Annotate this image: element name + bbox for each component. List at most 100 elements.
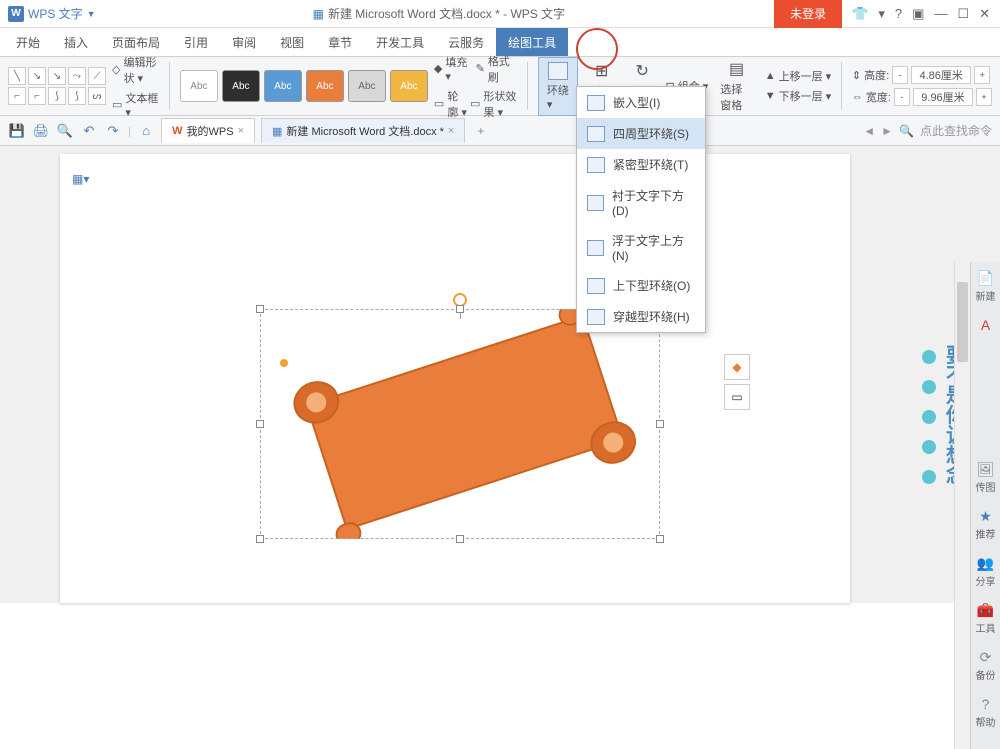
width-row: ⇔ 宽度: -9.96厘米+: [852, 88, 992, 106]
style-6[interactable]: Abc: [390, 70, 428, 102]
line-tools[interactable]: ╲↘↘⤳⟋ ⌐⌐⟆⟆ᔕ: [8, 67, 106, 105]
float-fill-icon[interactable]: ◆: [724, 354, 750, 380]
menu-layout[interactable]: 页面布局: [100, 28, 172, 57]
tab-document[interactable]: ▦ 新建 Microsoft Word 文档.docx * ×: [261, 118, 465, 143]
height-row: ⇕ 高度: -4.86厘米+: [852, 66, 992, 84]
tab-mywps[interactable]: W 我的WPS ×: [161, 118, 255, 143]
settings-icon[interactable]: ▾: [878, 6, 885, 22]
doc-tab-icon: ▦: [272, 125, 282, 138]
style-4[interactable]: Abc: [306, 70, 344, 102]
wrap-inline[interactable]: 嵌入型(I): [577, 87, 705, 118]
login-button[interactable]: 未登录: [774, 0, 842, 28]
bring-forward[interactable]: ▲ 上移一层 ▾: [765, 68, 831, 84]
nav-right-icon[interactable]: ►: [881, 124, 893, 138]
brand-dropdown-icon[interactable]: ▼: [87, 9, 96, 19]
close-icon[interactable]: ✕: [979, 6, 990, 22]
rp-help[interactable]: ?帮助: [976, 696, 996, 729]
menu-section[interactable]: 章节: [316, 28, 364, 57]
textbox[interactable]: ▭ 文本框 ▾: [112, 90, 159, 119]
wps-logo-icon: W: [172, 125, 182, 137]
minimize-icon[interactable]: —: [934, 6, 947, 21]
rp-backup[interactable]: ⟳备份: [976, 649, 996, 682]
shape-selection[interactable]: [260, 309, 660, 539]
doc-icon: ▦: [313, 7, 324, 21]
wrap-button[interactable]: 环绕 ▾: [538, 57, 579, 116]
menu-reference[interactable]: 引用: [172, 28, 220, 57]
rp-rec[interactable]: ★推荐: [976, 508, 996, 541]
style-2[interactable]: Abc: [222, 70, 260, 102]
window-controls: 👕 ▾ ? ▣ — ☐ ✕: [842, 6, 1000, 22]
add-tab-icon[interactable]: +: [471, 124, 490, 138]
handle-bm[interactable]: [456, 535, 464, 543]
redo-icon[interactable]: ↷: [104, 122, 122, 140]
outline-effect[interactable]: ▭ 轮廓 ▾ ▭ 形状效果 ▾: [434, 88, 517, 120]
qat-row: 💾 🖨 🔍 ↶ ↷ | ⌂ W 我的WPS × ▦ 新建 Microsoft W…: [0, 116, 1000, 146]
menu-insert[interactable]: 插入: [52, 28, 100, 57]
skin-icon[interactable]: 👕: [852, 6, 868, 22]
rp-tpl[interactable]: 🖼传图: [976, 461, 996, 494]
handle-mr[interactable]: [656, 420, 664, 428]
menu-review[interactable]: 审阅: [220, 28, 268, 57]
title-bar: W WPS 文字 ▼ ▦ 新建 Microsoft Word 文档.docx *…: [0, 0, 1000, 28]
fill[interactable]: ◆ 填充 ▾ ✎ 格式刷: [434, 53, 517, 85]
app-brand: W WPS 文字 ▼: [0, 5, 104, 22]
wrap-dropdown: 嵌入型(I) 四周型环绕(S) 紧密型环绕(T) 衬于文字下方(D) 浮于文字上…: [576, 86, 706, 333]
document-page[interactable]: ▦▾: [60, 154, 850, 603]
handle-ml[interactable]: [256, 420, 264, 428]
wrap-topbottom[interactable]: 上下型环绕(O): [577, 270, 705, 301]
select-pane[interactable]: ▤选择窗格: [714, 57, 758, 115]
home-icon[interactable]: ⌂: [137, 122, 155, 140]
rp-new[interactable]: 📄新建: [976, 270, 996, 303]
app-name: WPS 文字: [28, 5, 83, 22]
style-5[interactable]: Abc: [348, 70, 386, 102]
rp-style[interactable]: A: [978, 317, 994, 333]
style-1[interactable]: Abc: [180, 70, 218, 102]
page-break-icon: ▦▾: [72, 172, 89, 186]
wrap-tight[interactable]: 紧密型环绕(T): [577, 149, 705, 180]
help-icon[interactable]: ?: [895, 6, 902, 21]
vertical-scrollbar[interactable]: [954, 262, 970, 749]
width-inc[interactable]: +: [976, 88, 992, 106]
menu-dev[interactable]: 开发工具: [364, 28, 436, 57]
nav-left-icon[interactable]: ◄: [863, 124, 875, 138]
style-3[interactable]: Abc: [264, 70, 302, 102]
handle-bl[interactable]: [256, 535, 264, 543]
height-input[interactable]: 4.86厘米: [911, 66, 971, 84]
tab-close-icon[interactable]: ×: [448, 125, 454, 137]
handle-tl[interactable]: [256, 305, 264, 313]
save-icon[interactable]: 💾: [8, 122, 26, 140]
handle-br[interactable]: [656, 535, 664, 543]
wrap-behind[interactable]: 衬于文字下方(D): [577, 180, 705, 225]
edit-shape[interactable]: ◇ 编辑形状 ▾: [112, 54, 159, 86]
width-input[interactable]: 9.96厘米: [913, 88, 973, 106]
search-icon[interactable]: 🔍: [899, 124, 914, 138]
wrap-through[interactable]: 穿越型环绕(H): [577, 301, 705, 332]
height-dec[interactable]: -: [892, 66, 908, 84]
handle-tm[interactable]: [456, 305, 464, 313]
ribbon: ╲↘↘⤳⟋ ⌐⌐⟆⟆ᔕ ◇ 编辑形状 ▾ ▭ 文本框 ▾ Abc Abc Abc…: [0, 56, 1000, 116]
maximize-icon[interactable]: ☐: [957, 6, 969, 22]
rp-tools[interactable]: 🧰工具: [976, 602, 996, 635]
height-inc[interactable]: +: [974, 66, 990, 84]
float-outline-icon[interactable]: ▭: [724, 384, 750, 410]
decorative-dots: [922, 350, 936, 484]
preview-icon[interactable]: 🔍: [56, 122, 74, 140]
restore-icon[interactable]: ▣: [912, 6, 924, 22]
send-backward[interactable]: ▼ 下移一层 ▾: [765, 88, 831, 104]
document-area: ▦▾: [0, 146, 1000, 603]
tab-close-icon[interactable]: ×: [238, 125, 244, 137]
rp-share[interactable]: 👥分享: [976, 555, 996, 588]
floating-toolbar: ◆ ▭: [724, 354, 750, 410]
width-dec[interactable]: -: [894, 88, 910, 106]
menu-start[interactable]: 开始: [4, 28, 52, 57]
style-gallery[interactable]: Abc Abc Abc Abc Abc Abc: [180, 70, 428, 102]
right-panel: 📄新建 A 🖼传图 ★推荐 👥分享 🧰工具 ⟳备份 ?帮助: [970, 262, 1000, 749]
undo-icon[interactable]: ↶: [80, 122, 98, 140]
wrap-square[interactable]: 四周型环绕(S): [577, 118, 705, 149]
wrap-front[interactable]: 浮于文字上方(N): [577, 225, 705, 270]
window-title: ▦ 新建 Microsoft Word 文档.docx * - WPS 文字: [104, 5, 775, 22]
menu-view[interactable]: 视图: [268, 28, 316, 57]
print-icon[interactable]: 🖨: [32, 122, 50, 140]
search-placeholder[interactable]: 点此查找命令: [920, 122, 992, 139]
app-logo-icon: W: [8, 6, 24, 22]
